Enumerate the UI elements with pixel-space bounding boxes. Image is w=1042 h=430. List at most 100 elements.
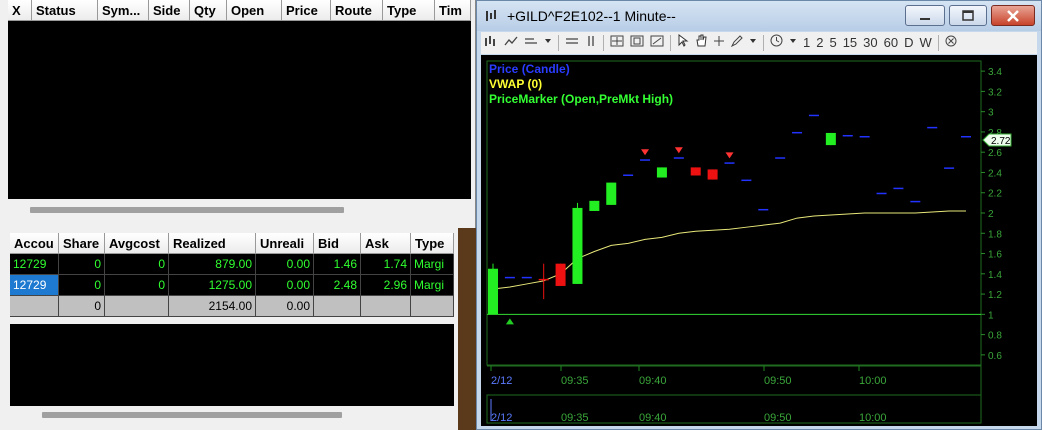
chart-titlebar[interactable]: +GILD^F2E102--1 Minute--	[477, 1, 1041, 31]
positions-hscrollbar[interactable]	[10, 406, 454, 424]
overview-x-tick-label: 09:50	[764, 412, 792, 424]
positions-total-cell	[411, 296, 454, 317]
position-cell[interactable]: 0	[59, 275, 105, 296]
positions-column-header[interactable]: Realized	[169, 233, 256, 254]
candle-body	[640, 159, 651, 161]
candle-body	[690, 167, 701, 176]
position-cell[interactable]: Margi	[411, 275, 454, 296]
chart-window: +GILD^F2E102--1 Minute-- 1 2 5 15 30 60 …	[476, 0, 1042, 430]
position-cell[interactable]: 12729	[10, 254, 59, 275]
vline-icon[interactable]	[582, 33, 600, 53]
orders-column-header[interactable]: Tim	[435, 0, 471, 21]
position-cell[interactable]: 879.00	[169, 254, 256, 275]
close-button[interactable]	[991, 5, 1035, 26]
minimize-button[interactable]	[905, 5, 945, 26]
position-row[interactable]: 12729 0 0 879.00 0.00 1.46 1.74 Margi	[10, 254, 454, 275]
orders-column-header[interactable]: Status	[32, 0, 98, 21]
orders-column-header[interactable]: Qty	[190, 0, 227, 21]
period-button-15[interactable]: 15	[840, 33, 860, 53]
positions-column-header[interactable]: Type	[411, 233, 454, 254]
y-tick-label: 1.6	[988, 250, 1002, 261]
candle-body	[538, 278, 549, 281]
period-button-5[interactable]: 5	[826, 33, 839, 53]
position-cell[interactable]: 2.48	[314, 275, 361, 296]
toolbar-separator	[670, 35, 671, 51]
position-cell[interactable]: 0	[59, 254, 105, 275]
orders-column-header[interactable]: Sym...	[98, 0, 149, 21]
draw-style-icon[interactable]	[521, 33, 541, 53]
maximize-button[interactable]	[949, 5, 987, 26]
period-button-2[interactable]: 2	[813, 33, 826, 53]
sell-marker-icon	[725, 152, 734, 159]
hand-pan-icon[interactable]	[692, 33, 710, 53]
overview-x-tick-label: 09:35	[561, 412, 589, 424]
pointer-icon[interactable]	[674, 33, 692, 53]
candle-body	[842, 134, 853, 137]
period-dropdown-icon[interactable]	[786, 33, 800, 53]
position-cell[interactable]: Margi	[411, 254, 454, 275]
positions-column-header[interactable]: Accou	[10, 233, 59, 254]
position-cell[interactable]: 0.00	[256, 254, 314, 275]
candle-body	[825, 132, 836, 146]
position-cell[interactable]: 1275.00	[169, 275, 256, 296]
orders-column-header[interactable]: Type	[383, 0, 435, 21]
bar-chart-type-icon[interactable]	[481, 33, 501, 53]
orders-column-header[interactable]: Price	[282, 0, 331, 21]
period-button-week[interactable]: W	[917, 33, 935, 53]
drawing-tools-dropdown-icon[interactable]	[746, 33, 760, 53]
positions-column-header[interactable]: Bid	[314, 233, 361, 254]
period-button-day[interactable]: D	[901, 33, 916, 53]
zoom-box-icon[interactable]	[627, 33, 647, 53]
buy-marker-icon	[505, 318, 514, 325]
line-chart-type-icon[interactable]	[501, 33, 521, 53]
position-cell[interactable]: 12729	[10, 275, 59, 296]
positions-scroll-thumb[interactable]	[42, 412, 342, 418]
chart-area[interactable]: 3.4 3.2 3 2.8 2.6 2.4 2.2 2 1.8 1.6 1.4 1.2 1 0.8 0.6 2…	[481, 55, 1037, 426]
position-cell[interactable]: 0	[105, 275, 169, 296]
y-tick-label: 2.6	[988, 148, 1002, 159]
position-cell[interactable]: 0.00	[256, 275, 314, 296]
chart-toolbar: 1 2 5 15 30 60 D W	[481, 32, 1037, 54]
orders-column-header[interactable]: Side	[149, 0, 190, 21]
positions-header: Accou Share Avgcost Realized Unreali Bid Ask Ty…	[10, 233, 454, 254]
positions-column-header[interactable]: Ask	[361, 233, 411, 254]
orders-column-header[interactable]: X	[8, 0, 32, 21]
positions-column-header[interactable]: Unreali	[256, 233, 314, 254]
x-tick-label: 2/12	[491, 375, 512, 387]
candle-body	[606, 182, 617, 205]
period-button-1[interactable]: 1	[800, 33, 813, 53]
candle-body	[808, 114, 819, 117]
crosshair-icon[interactable]	[710, 33, 728, 53]
chart-type-dropdown-icon[interactable]	[541, 33, 555, 53]
position-row[interactable]: 12729 0 0 1275.00 0.00 2.48 2.96 Margi	[10, 275, 454, 296]
candle-body	[741, 179, 752, 182]
orders-column-header[interactable]: Route	[331, 0, 383, 21]
close-icon	[1007, 9, 1019, 22]
cancel-icon[interactable]	[942, 33, 960, 53]
orders-column-header[interactable]: Open	[227, 0, 282, 21]
orders-hscrollbar[interactable]	[8, 201, 471, 219]
position-cell[interactable]: 0	[105, 254, 169, 275]
x-tick-label: 09:35	[561, 375, 589, 387]
positions-column-header[interactable]: Avgcost	[105, 233, 169, 254]
clock-icon[interactable]	[767, 33, 786, 53]
period-button-30[interactable]: 30	[860, 33, 880, 53]
y-tick-label: 0.6	[988, 351, 1002, 362]
toolbar-separator	[558, 35, 559, 51]
fit-box-icon[interactable]	[647, 33, 667, 53]
positions-column-header[interactable]: Share	[59, 233, 105, 254]
orders-scroll-thumb[interactable]	[30, 207, 344, 213]
position-cell[interactable]: 1.74	[361, 254, 411, 275]
hline-icon[interactable]	[562, 33, 582, 53]
price-chart[interactable]: 3.43.232.82.62.42.221.81.61.41.210.80.62…	[481, 55, 1037, 426]
pencil-icon[interactable]	[728, 33, 746, 53]
y-tick-label: 1.2	[988, 290, 1002, 301]
y-tick-label: 1.4	[988, 270, 1002, 281]
candle-body	[859, 135, 870, 138]
position-cell[interactable]: 1.46	[314, 254, 361, 275]
orders-grid[interactable]	[8, 21, 471, 199]
period-button-60[interactable]: 60	[881, 33, 901, 53]
positions-total-cell: 0.00	[256, 296, 314, 317]
position-cell[interactable]: 2.96	[361, 275, 411, 296]
crosshair-box-icon[interactable]	[607, 33, 627, 53]
